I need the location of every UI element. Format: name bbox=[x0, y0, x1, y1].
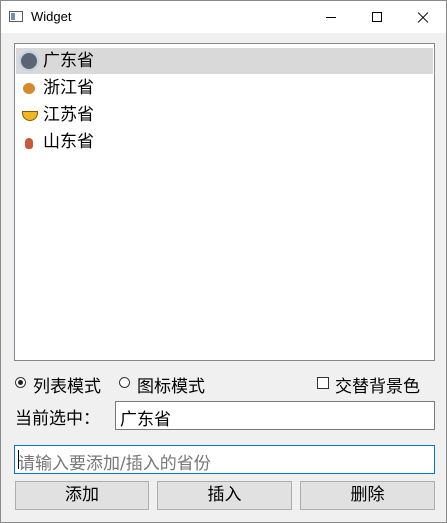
checkbox-indicator bbox=[317, 377, 329, 389]
text-caret bbox=[18, 450, 19, 469]
radio-indicator bbox=[15, 377, 26, 388]
list-item[interactable]: 浙江省 bbox=[16, 75, 433, 101]
list-item-label: 江苏省 bbox=[43, 105, 94, 125]
app-window-icon bbox=[9, 11, 23, 22]
province-input-placeholder: 请输入要添加/插入的省份 bbox=[18, 454, 211, 474]
current-selection-label: 当前选中： bbox=[15, 409, 100, 429]
main-window: Widget 广东省 浙江省 江苏省 山东省 列表模式 图标模式 交替背景色 当… bbox=[0, 0, 447, 523]
insert-button[interactable]: 插入 bbox=[157, 481, 292, 510]
add-button[interactable]: 添加 bbox=[15, 481, 149, 510]
delete-button[interactable]: 删除 bbox=[300, 481, 435, 510]
list-item[interactable]: 广东省 bbox=[16, 48, 433, 74]
list-item[interactable]: 江苏省 bbox=[16, 102, 433, 128]
list-item[interactable]: 山东省 bbox=[16, 129, 433, 155]
alternate-bg-checkbox[interactable]: 交替背景色 bbox=[317, 374, 433, 397]
alternate-bg-label: 交替背景色 bbox=[335, 377, 420, 397]
icon-mode-radio[interactable]: 图标模式 bbox=[119, 374, 219, 397]
banana-icon bbox=[21, 107, 38, 123]
list-item-label: 山东省 bbox=[43, 132, 94, 152]
minimize-button[interactable] bbox=[308, 1, 354, 33]
title-bar[interactable]: Widget bbox=[1, 1, 446, 33]
province-input[interactable]: 请输入要添加/插入的省份 bbox=[14, 445, 435, 474]
list-mode-label: 列表模式 bbox=[33, 377, 101, 397]
radio-indicator bbox=[119, 377, 130, 388]
list-item-label: 广东省 bbox=[43, 51, 94, 71]
maximize-button[interactable] bbox=[354, 1, 400, 33]
list-mode-radio[interactable]: 列表模式 bbox=[15, 374, 115, 397]
pot-icon bbox=[21, 134, 37, 150]
close-button[interactable] bbox=[400, 1, 446, 33]
list-item-label: 浙江省 bbox=[43, 78, 94, 98]
window-title: Widget bbox=[31, 9, 72, 24]
orange-icon bbox=[21, 80, 37, 96]
current-selection-field[interactable]: 广东省 bbox=[115, 401, 435, 430]
icon-mode-label: 图标模式 bbox=[137, 377, 205, 397]
province-list[interactable]: 广东省 浙江省 江苏省 山东省 bbox=[14, 43, 435, 361]
apple-icon bbox=[21, 53, 37, 69]
